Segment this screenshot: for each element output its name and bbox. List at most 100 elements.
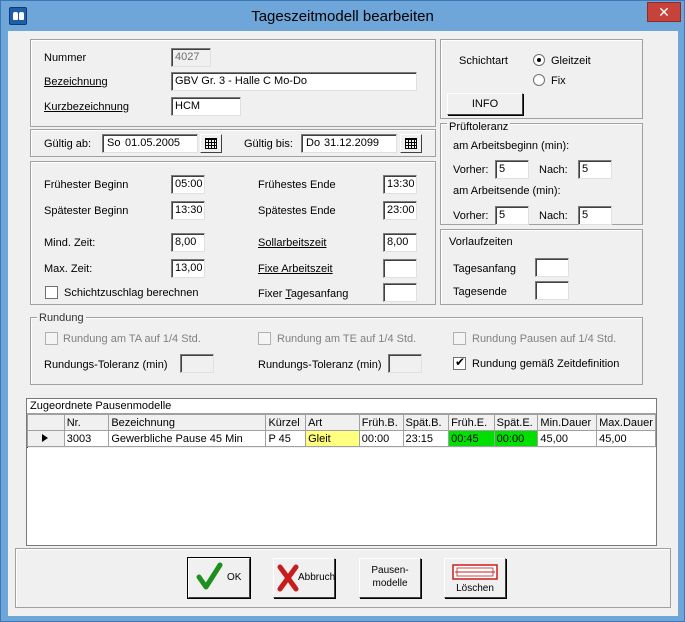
fruehestes-ende-label: Frühestes Ende: [258, 179, 336, 191]
gleitzeit-radio[interactable]: [533, 54, 545, 66]
table-row[interactable]: 3003 Gewerbliche Pause 45 Min P 45 Gleit 00:…: [27, 430, 656, 447]
rundung-legend: Rundung: [37, 312, 86, 324]
calendar-icon: [405, 138, 417, 149]
pausen-table: Nr. Bezeichnung Kürzel Art Früh.B. Spät.B. Frü…: [27, 414, 656, 447]
loeschen-label: Löschen: [456, 583, 494, 594]
rundungs-toleranz-1-field[interactable]: [180, 354, 214, 373]
column-header-9[interactable]: Max.Dauer: [596, 414, 656, 431]
spaetestes-ende-label: Spätestes Ende: [258, 205, 336, 217]
column-header-3[interactable]: Art: [305, 414, 360, 431]
rundung-zeitdefinition-label: Rundung gemäß Zeitdefinition: [472, 358, 620, 370]
window-title: Tageszeitmodell bearbeiten: [251, 8, 434, 25]
gueltig-bis-calendar-button[interactable]: [400, 134, 422, 153]
column-header-7[interactable]: Spät.E.: [493, 414, 539, 431]
fixe-arbeitszeit-label: Fixe Arbeitszeit: [258, 263, 333, 275]
table-cell[interactable]: 45,00: [596, 430, 656, 447]
pruef-end-nach-label: Nach:: [539, 210, 568, 222]
rundung-te-checkbox[interactable]: [258, 332, 271, 345]
column-header-5[interactable]: Spät.B.: [402, 414, 450, 431]
schichtart-label: Schichtart: [459, 55, 508, 67]
pruef-begin-vorher-field[interactable]: 5: [495, 160, 529, 179]
close-button[interactable]: ✕: [647, 2, 681, 22]
pausenmodelle-label-1: Pausen-: [371, 565, 409, 576]
table-cell[interactable]: 00:00: [493, 430, 539, 447]
spaetester-beginn-field[interactable]: 13:30: [171, 201, 205, 220]
fix-radio[interactable]: [533, 74, 545, 86]
ok-button[interactable]: OK: [187, 557, 251, 599]
table-cell[interactable]: Gleit: [305, 430, 360, 447]
table-cell[interactable]: 45,00: [537, 430, 598, 447]
fixer-tagesanfang-label: Fixer Tagesanfang: [258, 288, 349, 300]
fruehester-beginn-field[interactable]: 05:00: [171, 175, 205, 194]
pausen-grid-empty-area: [27, 448, 656, 545]
rundung-ta-checkbox[interactable]: [45, 332, 58, 345]
pausen-grid: Zugeordnete Pausenmodelle Nr. Bezeichnung…: [26, 398, 657, 546]
rundung-pausen-checkbox[interactable]: [453, 332, 466, 345]
title-bar[interactable]: Tageszeitmodell bearbeiten ✕: [1, 1, 684, 31]
gueltig-ab-field[interactable]: So 01.05.2005: [102, 134, 198, 153]
column-header-4[interactable]: Früh.B.: [358, 414, 404, 431]
mind-zeit-field[interactable]: 8,00: [171, 233, 205, 252]
column-header-1[interactable]: Bezeichnung: [108, 414, 267, 431]
tagesanfang-field[interactable]: [535, 258, 569, 277]
table-cell[interactable]: 3003: [63, 430, 110, 447]
fixe-arbeitszeit-field[interactable]: [383, 259, 417, 278]
current-row-arrow-icon: [42, 433, 48, 442]
gueltig-ab-date: 01.05.2005: [125, 137, 181, 149]
pruef-end-nach-field[interactable]: 5: [578, 206, 612, 225]
pruef-begin-label: am Arbeitsbeginn (min):: [453, 140, 570, 152]
validity-panel: Gültig ab: So 01.05.2005 Gültig bis: Do …: [30, 129, 436, 157]
row-indicator[interactable]: [27, 430, 65, 447]
rundungs-toleranz-2-label: Rundungs-Toleranz (min): [258, 359, 382, 371]
abbruch-button[interactable]: Abbruch: [273, 558, 335, 598]
column-header-8[interactable]: Min.Dauer: [537, 414, 598, 431]
bezeichnung-field[interactable]: GBV Gr. 3 - Halle C Mo-Do: [171, 72, 417, 91]
table-cell[interactable]: Gewerbliche Pause 45 Min: [108, 430, 267, 447]
column-header-2[interactable]: Kürzel: [265, 414, 307, 431]
max-zeit-label: Max. Zeit:: [44, 263, 93, 275]
gueltig-bis-field[interactable]: Do 31.12.2099: [301, 134, 397, 153]
fruehester-beginn-label: Frühester Beginn: [44, 179, 129, 191]
column-header-6[interactable]: Früh.E.: [448, 414, 495, 431]
fixer-tagesanfang-field[interactable]: [383, 283, 417, 302]
pausen-grid-caption: Zugeordnete Pausenmodelle: [27, 399, 656, 414]
table-cell[interactable]: P 45: [265, 430, 307, 447]
dialog-window: Tageszeitmodell bearbeiten ✕ Nummer 4027…: [0, 0, 685, 622]
gueltig-ab-calendar-button[interactable]: [200, 134, 222, 153]
identity-panel: Nummer 4027 Bezeichnung GBV Gr. 3 - Hall…: [30, 39, 436, 127]
loeschen-button[interactable]: Löschen: [444, 558, 506, 598]
rundungs-toleranz-2-field[interactable]: [388, 354, 422, 373]
pausenmodelle-label-2: modelle: [372, 578, 408, 589]
tagesende-label: Tagesende: [453, 286, 507, 298]
spaetester-beginn-label: Spätester Beginn: [44, 205, 129, 217]
fruehestes-ende-field[interactable]: 13:30: [383, 175, 417, 194]
calendar-icon: [205, 138, 217, 149]
rundungs-toleranz-1-label: Rundungs-Toleranz (min): [44, 359, 168, 371]
times-panel: Frühester Beginn 05:00 Spätester Beginn …: [30, 161, 436, 305]
table-cell[interactable]: 23:15: [402, 430, 450, 447]
pruef-begin-vorher-label: Vorher:: [453, 164, 489, 176]
tagesende-field[interactable]: [535, 281, 569, 300]
info-button[interactable]: INFO: [447, 93, 523, 115]
pruef-end-vorher-field[interactable]: 5: [495, 206, 529, 225]
gueltig-ab-day: So: [107, 137, 121, 149]
max-zeit-field[interactable]: 13,00: [171, 259, 205, 278]
gueltig-bis-date: 31.12.2099: [324, 137, 380, 149]
pruef-begin-nach-label: Nach:: [539, 164, 568, 176]
schichtart-panel: Schichtart Gleitzeit Fix INFO: [440, 39, 643, 119]
rundung-ta-label: Rundung am TA auf 1/4 Std.: [63, 333, 201, 345]
gueltig-bis-label: Gültig bis:: [244, 138, 293, 150]
gleitzeit-label: Gleitzeit: [551, 55, 591, 67]
spaetestes-ende-field[interactable]: 23:00: [383, 201, 417, 220]
column-header-0[interactable]: Nr.: [63, 414, 110, 431]
button-bar: OK Abbruch Pausen- modelle Löschen: [15, 548, 671, 608]
sollarbeitszeit-field[interactable]: 8,00: [383, 233, 417, 252]
nummer-label: Nummer: [44, 52, 87, 64]
rundung-zeitdefinition-checkbox[interactable]: [453, 355, 466, 370]
table-cell[interactable]: 00:00: [358, 430, 404, 447]
table-cell[interactable]: 00:45: [448, 430, 495, 447]
pausenmodelle-button[interactable]: Pausen- modelle: [359, 558, 421, 598]
kurzbezeichnung-field[interactable]: HCM: [171, 97, 241, 116]
pruef-begin-nach-field[interactable]: 5: [578, 160, 612, 179]
schichtzuschlag-checkbox[interactable]: [45, 286, 58, 299]
